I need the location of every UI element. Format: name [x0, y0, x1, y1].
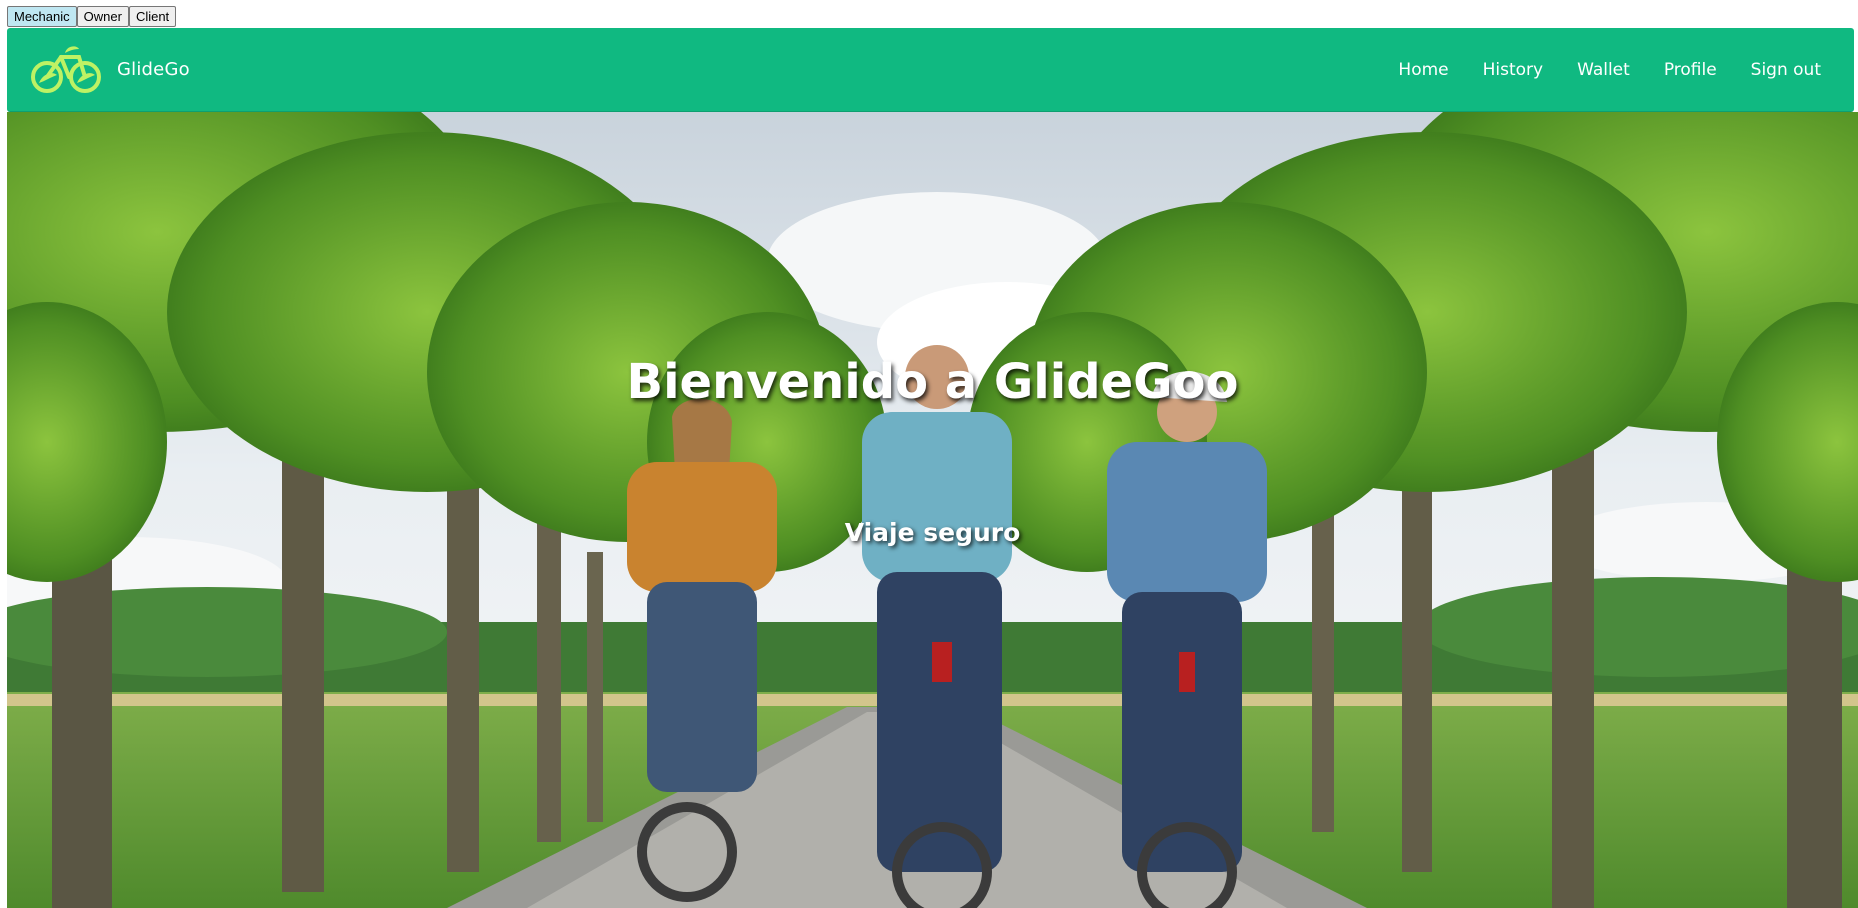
top-navbar: GlideGo Home History Wallet Profile Sign… — [7, 28, 1854, 112]
role-mechanic-button[interactable]: Mechanic — [7, 6, 77, 27]
nav-home-link[interactable]: Home — [1398, 60, 1448, 80]
nav-profile-link[interactable]: Profile — [1664, 60, 1717, 80]
nav-history-link[interactable]: History — [1483, 60, 1543, 80]
hero-title: Bienvenido a GlideGoo — [626, 354, 1239, 410]
glidego-logo-icon — [31, 45, 101, 93]
brand[interactable]: GlideGo — [27, 43, 190, 97]
nav-signout-link[interactable]: Sign out — [1751, 60, 1821, 80]
role-owner-button[interactable]: Owner — [76, 6, 129, 27]
hero-subtitle: Viaje seguro — [844, 518, 1021, 547]
brand-name: GlideGo — [117, 59, 190, 80]
nav-links: Home History Wallet Profile Sign out — [1381, 60, 1838, 80]
nav-wallet-link[interactable]: Wallet — [1577, 60, 1630, 80]
role-switcher: Mechanic Owner Client — [7, 6, 177, 27]
hero-banner: Bienvenido a GlideGoo Viaje seguro — [7, 112, 1858, 908]
role-client-button[interactable]: Client — [128, 6, 177, 27]
hero-background-image — [7, 112, 1858, 908]
cyclist-center — [862, 345, 1012, 908]
